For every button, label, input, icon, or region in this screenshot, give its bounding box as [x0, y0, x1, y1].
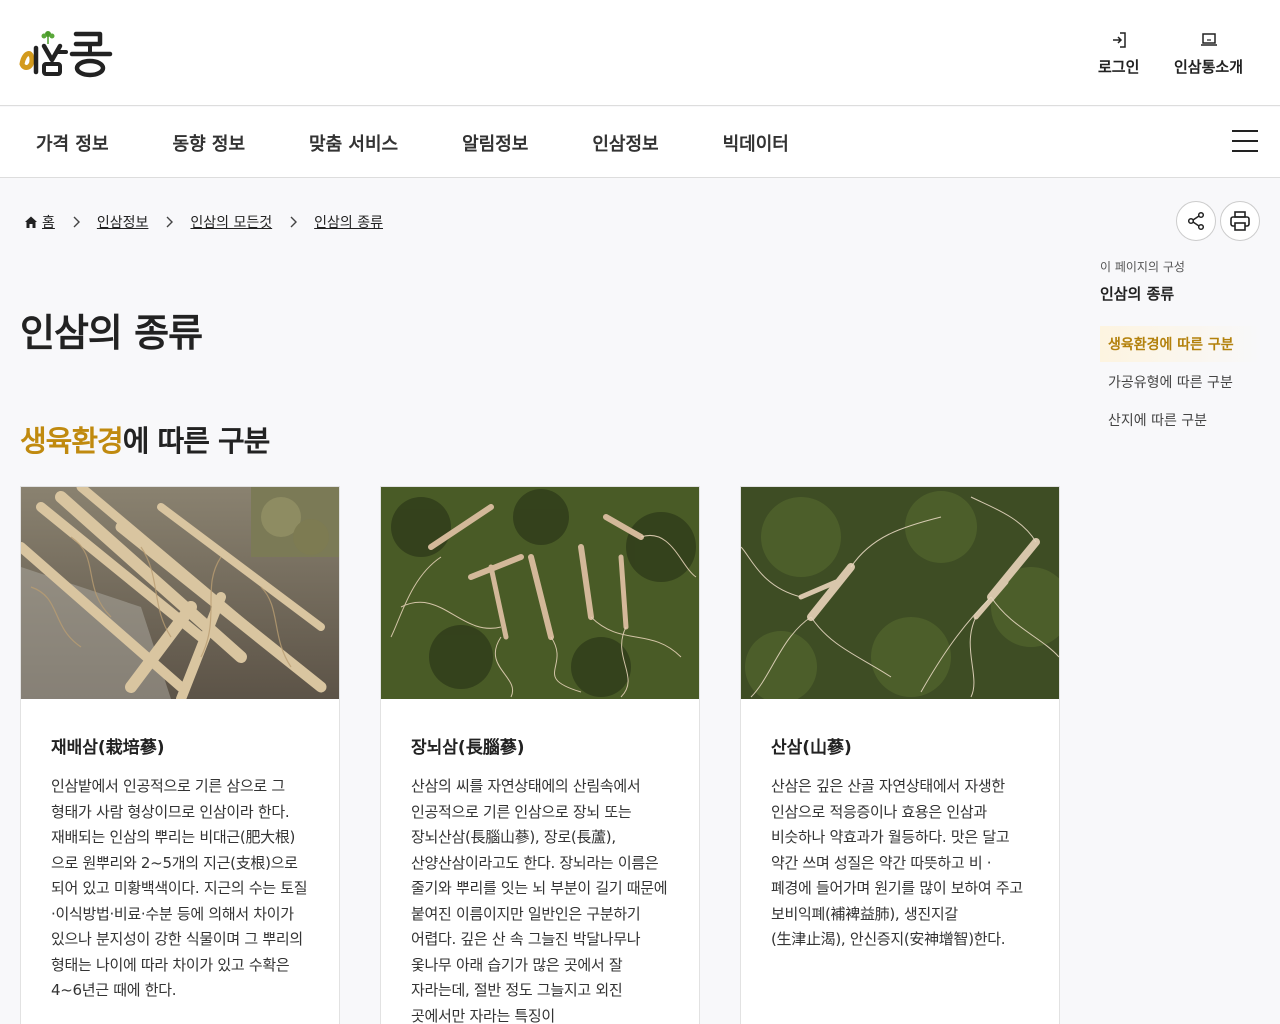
printer-icon — [1230, 211, 1250, 231]
site-header: 로그인 인삼통소개 — [0, 0, 1280, 106]
menu-icon[interactable] — [1232, 130, 1258, 152]
card-jangnoe-ginseng: 장뇌삼(長腦蔘) 산삼의 씨를 자연상태에의 산림속에서 인공적으로 기른 인삼… — [380, 486, 700, 1024]
ginseng-leaf-icon — [41, 31, 55, 44]
toc-label: 이 페이지의 구성 — [1100, 260, 1185, 274]
jangnoe-ginseng-image — [381, 487, 699, 699]
card-description: 산삼의 씨를 자연상태에의 산림속에서 인공적으로 기른 인삼으로 장뇌 또는 … — [411, 777, 668, 1024]
section-title-accent: 생육환경 — [20, 424, 124, 458]
breadcrumb-home[interactable]: 홈 — [42, 212, 55, 232]
toc-item-processing[interactable]: 가공유형에 따른 구분 — [1100, 364, 1260, 400]
login-icon — [1112, 32, 1126, 48]
toc-item-origin[interactable]: 산지에 따른 구분 — [1100, 402, 1260, 438]
login-link[interactable]: 로그인 — [1098, 30, 1139, 77]
toc-item-growth[interactable]: 생육환경에 따른 구분 — [1100, 326, 1260, 362]
nav-item-ginseng-info[interactable]: 인삼정보 — [592, 130, 658, 156]
toc-title: 인삼의 종류 — [1100, 285, 1175, 303]
card-title: 장뇌삼(長腦蔘) — [411, 738, 525, 758]
cultivated-ginseng-image — [21, 487, 339, 699]
home-icon — [25, 216, 37, 228]
breadcrumb-ginseng-types[interactable]: 인삼의 종류 — [314, 212, 383, 232]
wild-ginseng-image — [741, 487, 1059, 699]
card-wild-ginseng: 산삼(山蔘) 산삼은 깊은 산골 자연상태에서 자생한 인삼으로 적응증이나 효… — [740, 486, 1060, 1024]
card-description: 산삼은 깊은 산골 자연상태에서 자생한 인삼으로 적응증이나 효용은 인삼과 … — [771, 777, 1023, 948]
share-button[interactable] — [1176, 201, 1216, 241]
nav-item-price[interactable]: 가격 정보 — [36, 130, 109, 156]
card-title: 재배삼(栽培蔘) — [51, 738, 165, 758]
site-logo[interactable] — [18, 22, 114, 82]
breadcrumb-all-about-ginseng[interactable]: 인삼의 모든것 — [190, 212, 272, 232]
card-description: 인삼밭에서 인공적으로 기른 삼으로 그 형태가 사람 형상이므로 인삼이라 한… — [51, 777, 308, 999]
nav-item-notice[interactable]: 알림정보 — [462, 130, 528, 156]
section-title: 생육환경에 따른 구분 — [20, 418, 271, 460]
nav-item-custom-service[interactable]: 맞춤 서비스 — [309, 130, 398, 156]
card-title: 산삼(山蔘) — [771, 738, 852, 758]
login-label: 로그인 — [1098, 58, 1140, 76]
section-title-rest: 에 따른 구분 — [122, 424, 271, 458]
nav-item-bigdata[interactable]: 빅데이터 — [723, 130, 789, 156]
page-title: 인삼의 종류 — [20, 311, 203, 355]
breadcrumb: 홈 인삼정보 인삼의 모든것 인삼의 종류 — [24, 212, 383, 232]
main-nav: 가격 정보 동향 정보 맞춤 서비스 알림정보 인삼정보 빅데이터 — [0, 107, 1280, 178]
page-toc: 이 페이지의 구성 인삼의 종류 생육환경에 따른 구분 가공유형에 따른 구분… — [1100, 258, 1260, 440]
about-link[interactable]: 인삼통소개 — [1174, 30, 1243, 77]
chevron-right-icon — [73, 216, 80, 228]
chevron-right-icon — [290, 216, 298, 228]
laptop-icon — [1200, 33, 1217, 46]
print-button[interactable] — [1220, 201, 1260, 241]
breadcrumb-ginseng-info[interactable]: 인삼정보 — [97, 212, 149, 232]
share-icon — [1187, 211, 1205, 231]
card-cultivated-ginseng: 재배삼(栽培蔘) 인삼밭에서 인공적으로 기른 삼으로 그 형태가 사람 형상이… — [20, 486, 340, 1024]
chevron-right-icon — [166, 216, 174, 228]
about-label: 인삼통소개 — [1174, 58, 1244, 76]
nav-item-trend[interactable]: 동향 정보 — [173, 130, 246, 156]
